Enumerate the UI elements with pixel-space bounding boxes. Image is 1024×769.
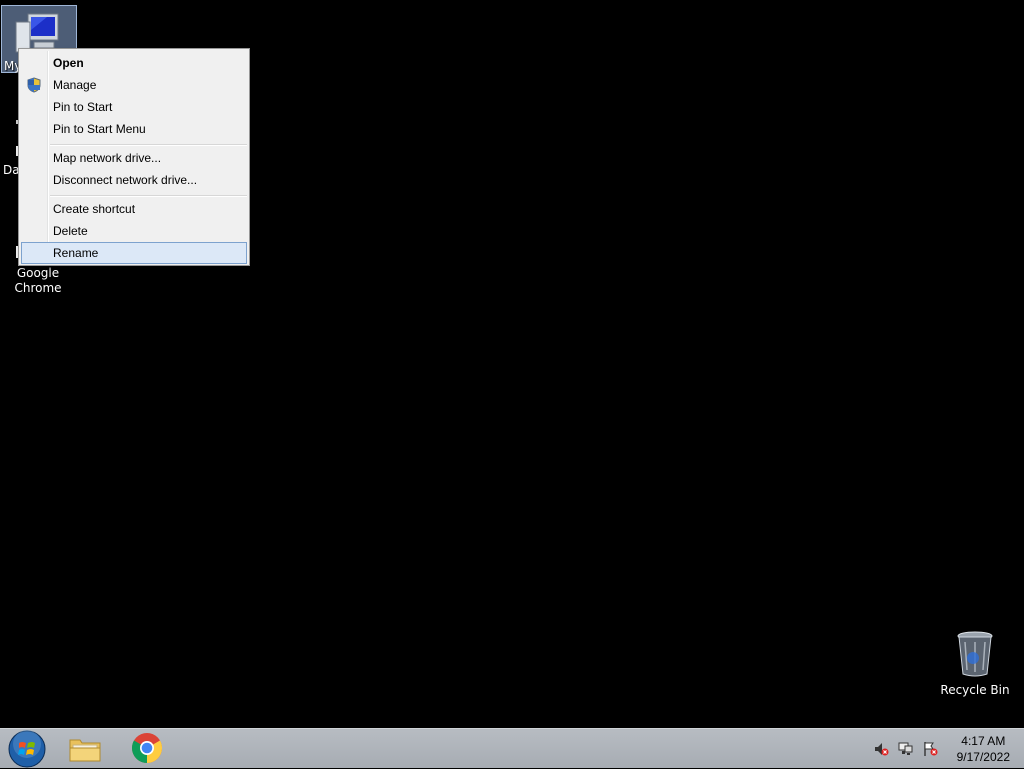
menu-item-manage[interactable]: Manage (21, 74, 247, 96)
action-center-flag-icon[interactable] (922, 741, 938, 757)
menu-item-pin-to-start[interactable]: Pin to Start (21, 96, 247, 118)
chrome-icon (131, 733, 163, 763)
menu-separator (50, 195, 247, 197)
menu-item-label: Map network drive... (53, 151, 162, 165)
menu-item-label: Delete (53, 224, 88, 238)
menu-item-label: Pin to Start Menu (53, 122, 146, 136)
menu-item-rename[interactable]: Rename (21, 242, 247, 264)
start-button[interactable] (4, 729, 50, 768)
speaker-muted-icon[interactable] (873, 741, 889, 757)
network-disconnected-icon[interactable] (898, 741, 914, 757)
menu-item-label: Pin to Start (53, 100, 113, 114)
windows-start-orb-icon (8, 730, 46, 768)
menu-item-disconnect-network-drive[interactable]: Disconnect network drive... (21, 169, 247, 191)
menu-item-label: Manage (53, 78, 97, 92)
menu-item-pin-to-start-menu[interactable]: Pin to Start Menu (21, 118, 247, 140)
menu-item-create-shortcut[interactable]: Create shortcut (21, 198, 247, 220)
menu-item-open[interactable]: Open (21, 52, 247, 74)
desktop-icon-label: Recycle Bin (940, 683, 1010, 697)
recycle-bin-icon (957, 631, 993, 677)
menu-item-label: Rename (53, 246, 99, 260)
menu-item-label: Disconnect network drive... (53, 173, 198, 187)
taskbar-clock[interactable]: 4:17 AM 9/17/2022 (957, 733, 1010, 765)
uac-shield-icon (27, 77, 41, 93)
taskbar-google-chrome-button[interactable] (124, 729, 170, 768)
menu-item-label: Open (53, 56, 84, 70)
folder-icon (69, 739, 101, 762)
clock-date: 9/17/2022 (956, 750, 1010, 764)
desktop-icon-label: Google Chrome (14, 266, 62, 295)
context-menu: Open Manage Pin to Start Pin to Start Me… (18, 48, 250, 266)
taskbar: 4:17 AM 9/17/2022 (0, 728, 1024, 768)
menu-item-delete[interactable]: Delete (21, 220, 247, 242)
menu-item-map-network-drive[interactable]: Map network drive... (21, 147, 247, 169)
taskbar-file-explorer-button[interactable] (62, 729, 108, 768)
clock-time: 4:17 AM (961, 734, 1006, 748)
menu-item-label: Create shortcut (53, 202, 136, 216)
menu-separator (50, 144, 247, 146)
